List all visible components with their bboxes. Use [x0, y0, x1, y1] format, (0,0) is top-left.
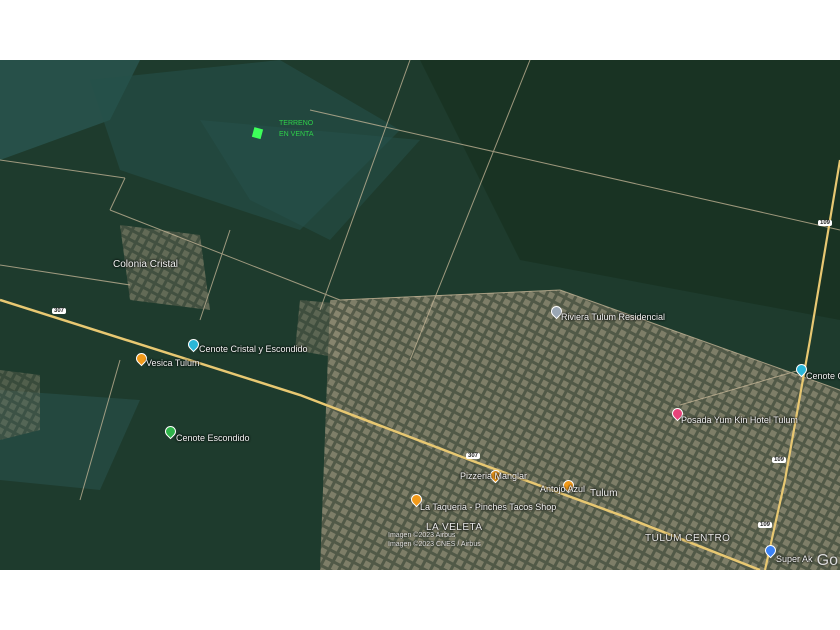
place-colonia-cristal[interactable]: Colonia Cristal [113, 259, 178, 270]
place-posada[interactable]: Posada Yum Kin Hotel Tulum [681, 415, 798, 425]
route-shield-307: 307 [52, 308, 67, 314]
route-shield-307: 307 [466, 453, 481, 459]
place-riviera[interactable]: Riviera Tulum Residencial [561, 312, 665, 322]
map-imagery [0, 60, 840, 570]
satellite-map[interactable]: TERRENO EN VENTA Colonia Cristal Cenote … [0, 60, 840, 570]
place-antojo[interactable]: Antojo Azul [540, 484, 585, 494]
parcel-label-line: EN VENTA [279, 131, 314, 138]
imagery-copyright: Imagen ©2023 CNES / Airbus [388, 541, 481, 548]
route-shield-109: 109 [818, 220, 833, 226]
place-vesica[interactable]: Vesica Tulum [146, 358, 200, 368]
google-logo: Go [816, 552, 838, 569]
place-tulum[interactable]: Tulum [590, 488, 617, 499]
place-cenote-c[interactable]: Cenote C [806, 371, 840, 381]
place-taqueria[interactable]: La Taqueria - Pinches Tacos Shop [420, 502, 556, 512]
route-shield-109: 109 [772, 457, 787, 463]
parcel-label: TERRENO EN VENTA [279, 118, 314, 140]
place-cenote-escondido[interactable]: Cenote Escondido [176, 433, 250, 443]
route-shield-109: 109 [758, 522, 773, 528]
district-tulum-centro: TULUM CENTRO [645, 533, 731, 544]
place-pizzeria[interactable]: Pizzeria Manglar [460, 471, 527, 481]
place-cenote-cristal[interactable]: Cenote Cristal y Escondido [199, 344, 308, 354]
place-super-ak[interactable]: Super Ak [776, 554, 813, 564]
parcel-label-line: TERRENO [279, 120, 314, 127]
imagery-copyright: Imagen ©2023 Airbus [388, 532, 456, 539]
